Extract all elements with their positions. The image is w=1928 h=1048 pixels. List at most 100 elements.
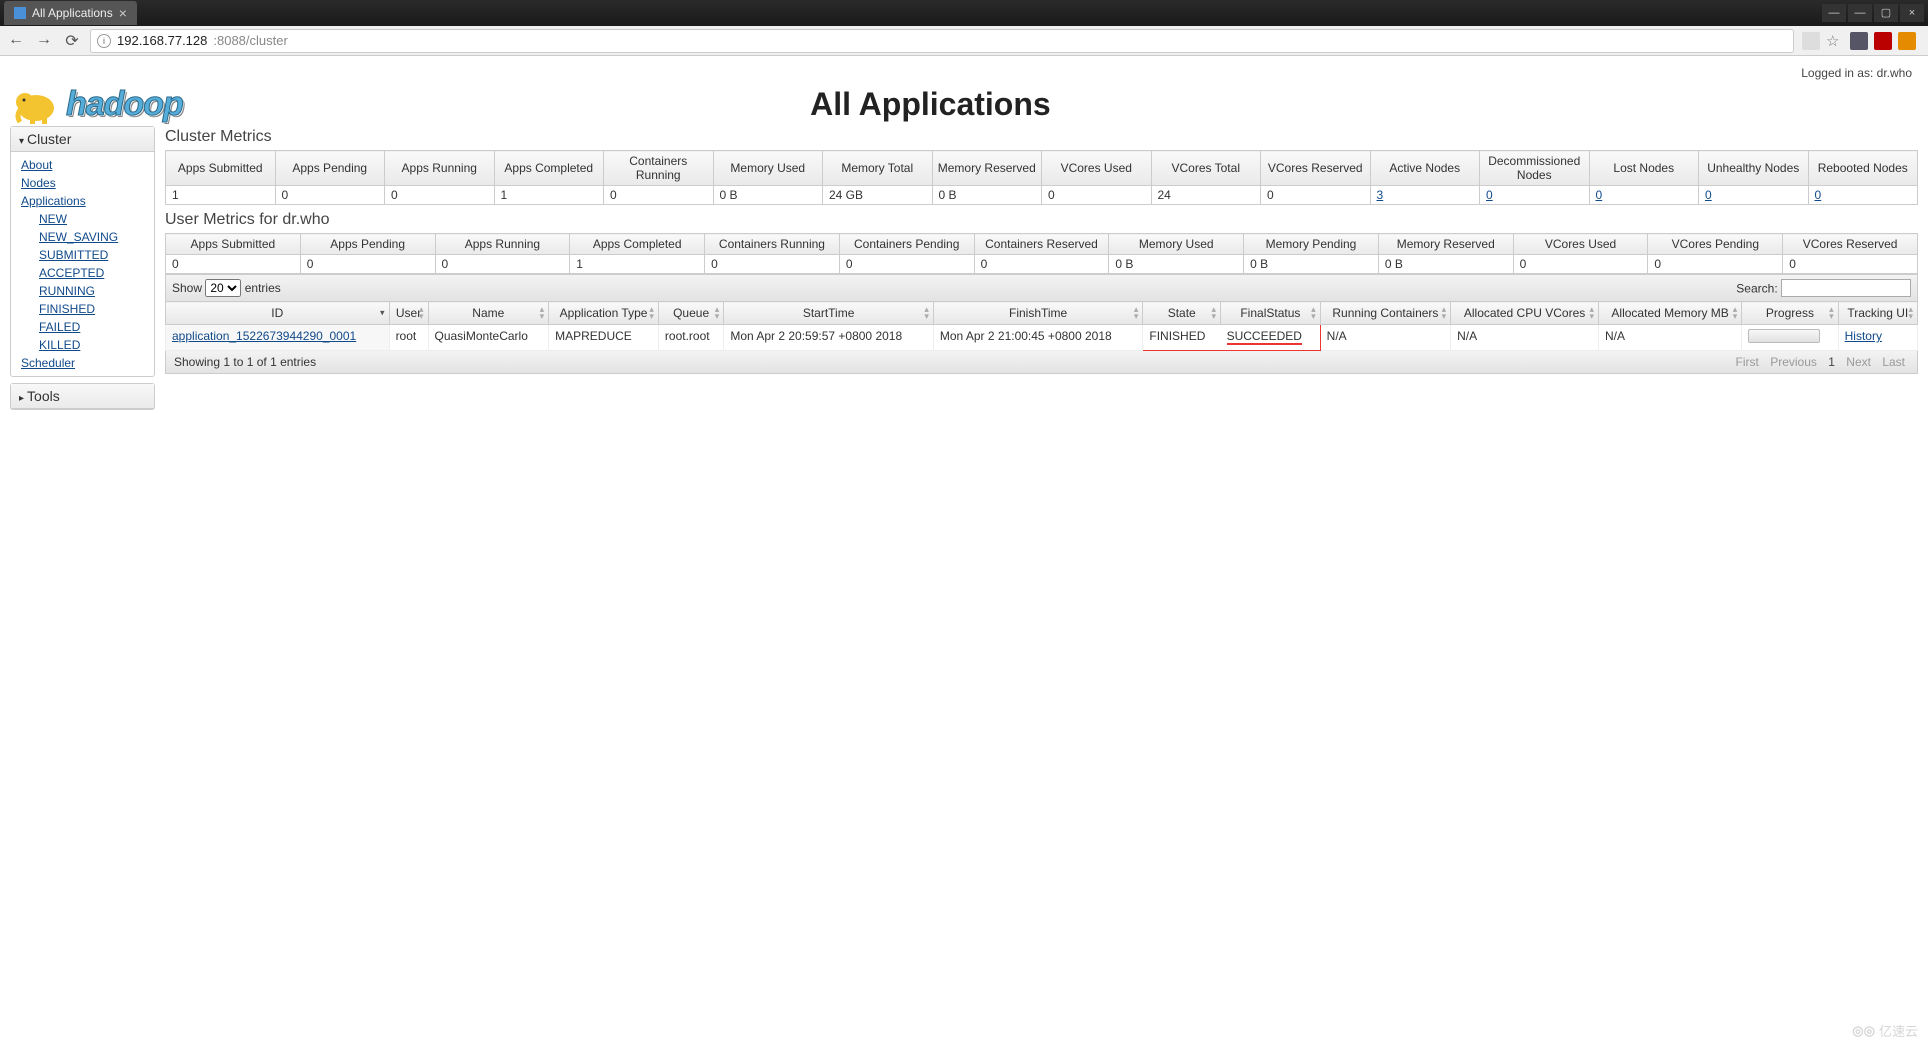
sort-icon: ▴▾ [1311,306,1316,320]
metrics-value[interactable]: 0 [1699,186,1809,205]
sidebar-link-new[interactable]: NEW [39,210,144,228]
metrics-header: Unhealthy Nodes [1699,151,1809,186]
metrics-header: VCores Reserved [1261,151,1371,186]
bookmark-star-icon[interactable]: ☆ [1826,32,1844,50]
metrics-header: Memory Used [713,151,823,186]
nav-back-icon[interactable]: ← [6,31,26,51]
tab-title: All Applications [32,6,113,20]
sidebar-link-submitted[interactable]: SUBMITTED [39,246,144,264]
sidebar-link-new-saving[interactable]: NEW_SAVING [39,228,144,246]
apps-column-header[interactable]: Allocated Memory MB▴▾ [1598,302,1741,325]
sort-icon: ▴▾ [419,306,424,320]
search-input[interactable] [1781,279,1911,297]
metrics-value: 24 [1151,186,1261,205]
tracking-ui-link[interactable]: History [1845,329,1882,343]
window-max-icon[interactable]: ▢ [1874,4,1898,22]
sidebar-link-killed[interactable]: KILLED [39,336,144,354]
url-input[interactable]: i 192.168.77.128:8088/cluster [90,29,1794,53]
metrics-header: Memory Total [823,151,933,186]
metrics-value[interactable]: 0 [1480,186,1590,205]
header: hadoop All Applications [10,82,1918,126]
apps-column-header[interactable]: FinishTime▴▾ [933,302,1143,325]
pager-prev[interactable]: Previous [1770,355,1817,369]
watermark: ◎◎ 亿速云 [1852,1021,1918,1040]
apps-column-header[interactable]: User▴▾ [389,302,428,325]
sidebar-cluster-header[interactable]: ▾Cluster [11,127,154,152]
app-id-link[interactable]: application_1522673944290_0001 [172,329,356,343]
metrics-header: Apps Submitted [166,151,276,186]
window-min-icon[interactable]: — [1822,4,1846,22]
apps-column-header[interactable]: Application Type▴▾ [549,302,659,325]
sort-icon: ▴▾ [1908,306,1913,320]
nodes-link[interactable]: 0 [1705,188,1712,202]
window-close-icon[interactable]: × [1900,4,1924,22]
sidebar-link-about[interactable]: About [21,156,144,174]
sidebar-link-finished[interactable]: FINISHED [39,300,144,318]
metrics-value[interactable]: 0 [1589,186,1699,205]
metrics-value: 0 [385,186,495,205]
metrics-value: 0 [1648,255,1783,274]
tab-favicon [14,7,26,19]
user-metrics-table: Apps SubmittedApps PendingApps RunningAp… [165,233,1918,274]
apps-column-header[interactable]: FinalStatus▴▾ [1221,302,1321,325]
metrics-header: Decommissioned Nodes [1480,151,1590,186]
entries-label: entries [245,281,281,295]
sidebar-tools-header[interactable]: ▸Tools [11,384,154,409]
apps-column-header[interactable]: Name▴▾ [428,302,549,325]
sidebar-link-failed[interactable]: FAILED [39,318,144,336]
pager-last[interactable]: Last [1882,355,1905,369]
url-host: 192.168.77.128 [117,33,207,48]
ext-icon-pdf[interactable] [1874,32,1892,50]
sidebar-link-applications[interactable]: Applications [21,192,144,210]
metrics-value: 0 [1042,186,1152,205]
nodes-link[interactable]: 3 [1377,188,1384,202]
nav-forward-icon[interactable]: → [34,31,54,51]
show-label: Show [172,281,202,295]
metrics-value: 0 B [1109,255,1244,274]
metrics-header: VCores Reserved [1783,234,1918,255]
address-bar: ← → ⟳ i 192.168.77.128:8088/cluster ☆ [0,26,1928,56]
nav-reload-icon[interactable]: ⟳ [62,31,82,51]
apps-column-header[interactable]: Queue▴▾ [658,302,723,325]
site-info-icon[interactable]: i [97,34,111,48]
sidebar-link-scheduler[interactable]: Scheduler [21,354,144,372]
translate-icon[interactable] [1802,32,1820,50]
cell-name: QuasiMonteCarlo [428,325,549,351]
apps-column-header[interactable]: ID▾ [166,302,390,325]
nodes-link[interactable]: 0 [1486,188,1493,202]
sidebar-link-nodes[interactable]: Nodes [21,174,144,192]
cell-queue: root.root [658,325,723,351]
apps-column-header[interactable]: StartTime▴▾ [724,302,934,325]
apps-column-header[interactable]: Running Containers▴▾ [1320,302,1450,325]
metrics-value[interactable]: 3 [1370,186,1480,205]
search-label: Search: [1736,282,1777,296]
metrics-value: 0 [1261,186,1371,205]
apps-column-header[interactable]: Allocated CPU VCores▴▾ [1451,302,1599,325]
metrics-header: Memory Reserved [1378,234,1513,255]
ext-icon-2[interactable] [1898,32,1916,50]
pager-next[interactable]: Next [1846,355,1871,369]
hadoop-logo[interactable]: hadoop [10,82,183,126]
metrics-header: Apps Running [385,151,495,186]
nodes-link[interactable]: 0 [1815,188,1822,202]
ext-icon-1[interactable] [1850,32,1868,50]
sort-icon: ▴▾ [1442,306,1447,320]
watermark-logo-icon: ◎◎ [1852,1023,1875,1039]
apps-column-header[interactable]: State▴▾ [1143,302,1221,325]
sidebar-link-running[interactable]: RUNNING [39,282,144,300]
apps-column-header[interactable]: Tracking UI▴▾ [1838,302,1917,325]
sidebar-cluster-label: Cluster [27,131,71,147]
window-restore-icon[interactable]: — [1848,4,1872,22]
cell-mem: N/A [1598,325,1741,351]
metrics-header: Apps Submitted [166,234,301,255]
apps-table-controls: Show 20 entries Search: [165,274,1918,301]
browser-tab[interactable]: All Applications × [4,1,137,25]
nodes-link[interactable]: 0 [1596,188,1603,202]
apps-column-header[interactable]: Progress▴▾ [1742,302,1838,325]
metrics-value[interactable]: 0 [1808,186,1918,205]
pager-first[interactable]: First [1736,355,1759,369]
pager-page-1[interactable]: 1 [1828,355,1835,369]
sidebar-link-accepted[interactable]: ACCEPTED [39,264,144,282]
entries-select[interactable]: 20 [205,279,241,297]
tab-close-icon[interactable]: × [119,5,127,21]
